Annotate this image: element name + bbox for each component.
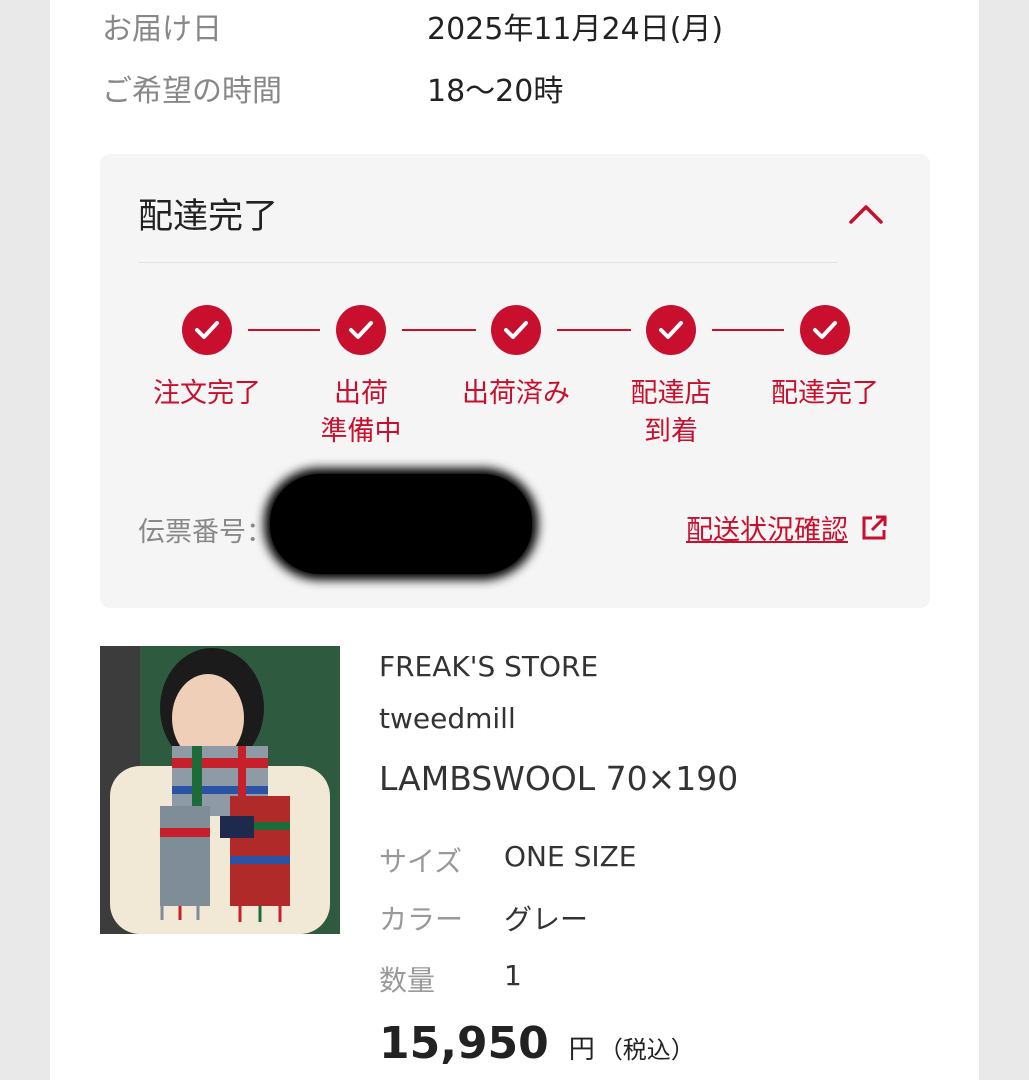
redaction-mark [270,474,532,574]
price: 15,950 円 （税込） [379,1018,695,1069]
size-value: ONE SIZE [504,840,637,873]
step-check-icon [336,305,386,355]
step-connector [712,329,784,331]
step-check-icon [182,305,232,355]
brand-name: tweedmill [379,702,516,735]
collapse-button[interactable] [842,194,890,234]
step-connector [248,329,320,331]
step-connector [557,329,631,331]
product-name[interactable]: LAMBSWOOL 70×190 [379,759,738,798]
price-amount: 15,950 [379,1018,549,1069]
store-name: FREAK'S STORE [379,650,599,683]
price-tax-note: （税込） [598,1036,695,1064]
delivery-status-card: 配達完了 注文完了 出荷 準備中 出荷済み 配達店 到着 配達完了 伝票番号： … [100,154,930,608]
delivery-time-label: ご希望の時間 [102,74,282,109]
step-check-icon [646,305,696,355]
size-row: サイズ ONE SIZE [379,840,636,880]
quantity-row: 数量 1 [379,959,522,999]
step-check-icon [491,305,541,355]
product-image[interactable] [100,646,340,934]
step-label: 注文完了 [153,378,261,409]
step-label: 出荷 準備中 [320,378,402,447]
delivery-date-value: 2025年11月24日(月) [427,12,724,47]
status-title: 配達完了 [138,197,279,237]
tracking-status-link-label[interactable]: 配送状況確認 [686,508,848,547]
step-check-icon [800,305,850,355]
color-label: カラー [379,903,464,936]
chevron-up-icon [849,205,883,224]
delivery-time-value: 18〜20時 [427,74,564,109]
color-value: グレー [504,903,589,936]
quantity-label: 数量 [379,964,436,997]
delivery-time-row: ご希望の時間 18〜20時 [102,66,563,110]
tracking-number-label: 伝票番号： [138,517,273,548]
size-label: サイズ [379,845,463,878]
order-detail-page: お届け日 2025年11月24日(月) ご希望の時間 18〜20時 配達完了 注… [50,0,979,1080]
delivery-date-row: お届け日 2025年11月24日(月) [102,4,723,48]
step-label: 出荷済み [462,378,570,409]
quantity-value: 1 [504,959,522,992]
tracking-status-link[interactable]: 配送状況確認 [686,508,888,547]
color-row: カラー グレー [379,898,588,938]
step-label: 配達完了 [771,378,879,409]
price-unit: 円 [568,1035,595,1065]
card-divider [138,262,838,263]
step-label: 配達店 到着 [630,378,712,447]
delivery-date-label: お届け日 [102,12,222,47]
step-connector [402,329,476,331]
external-link-icon [862,515,887,539]
